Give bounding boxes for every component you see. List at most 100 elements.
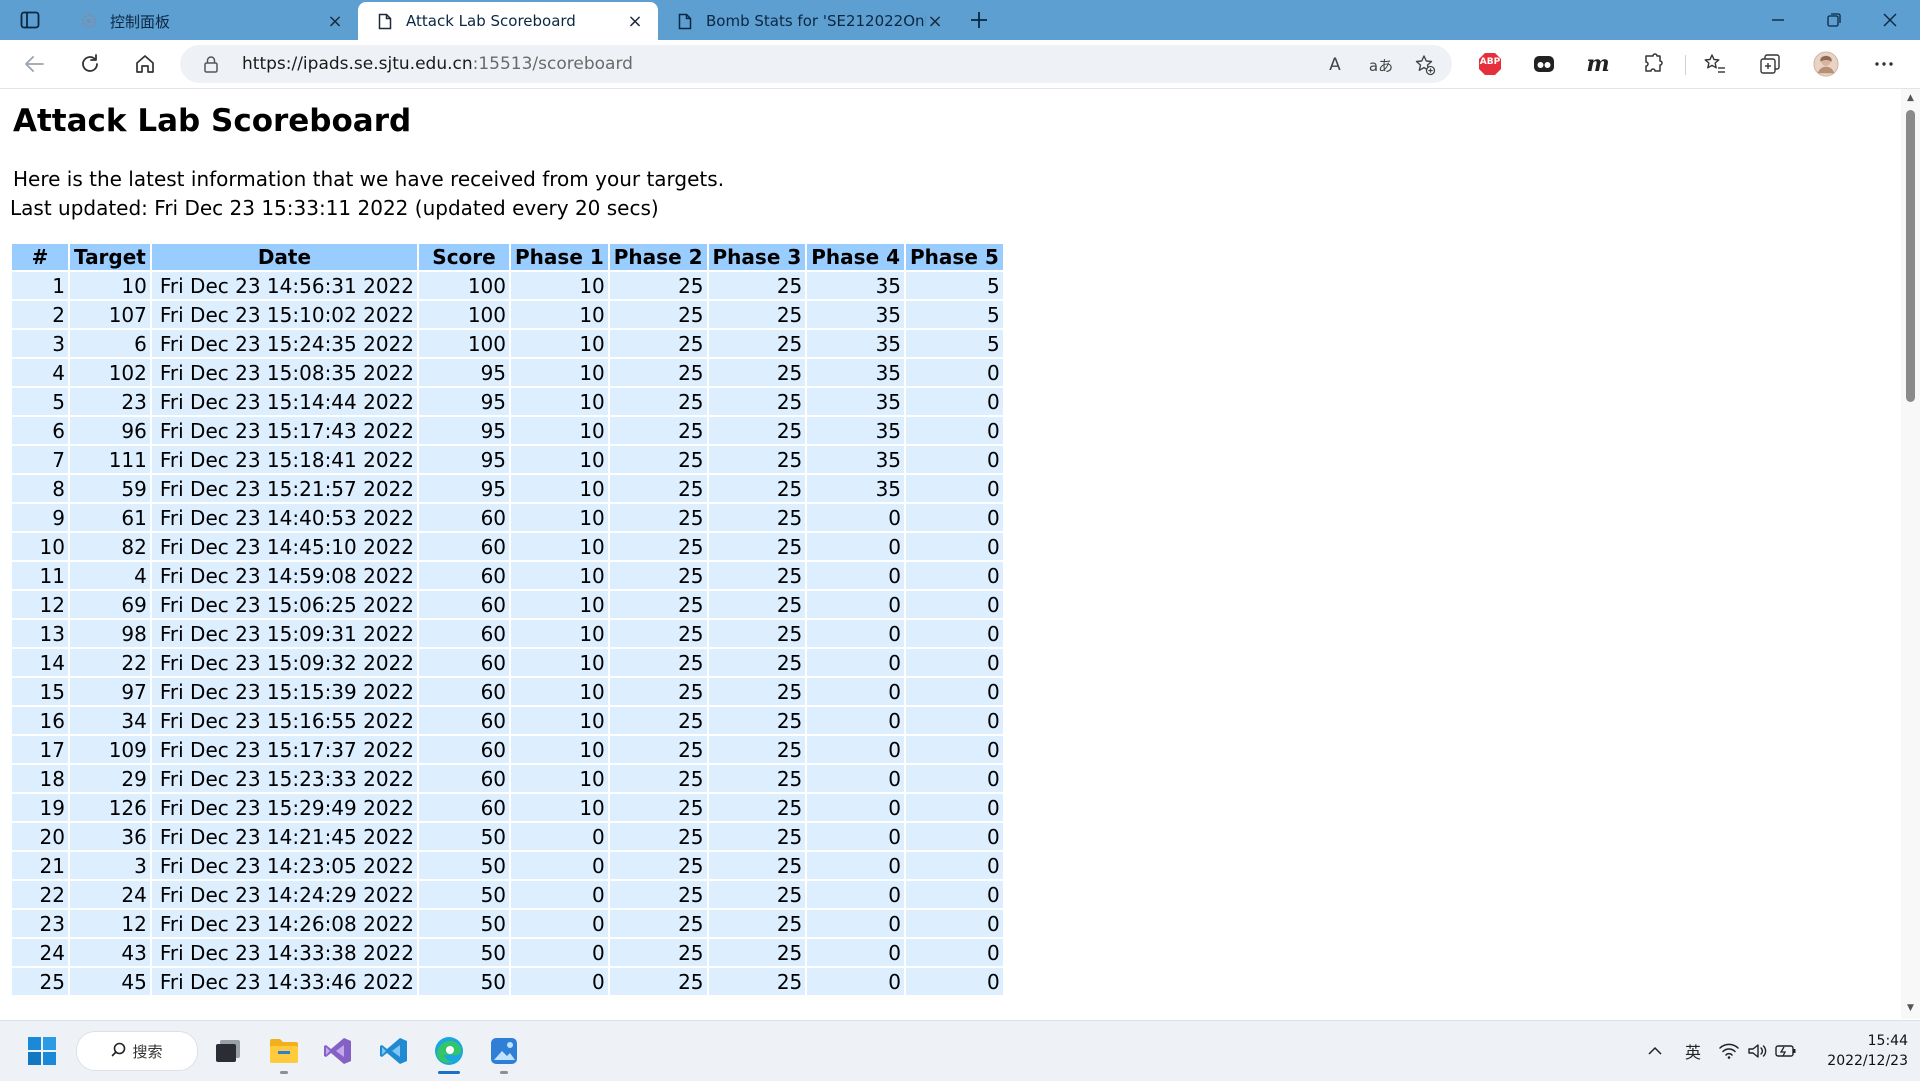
scroll-up-icon[interactable]: ▲	[1905, 93, 1916, 104]
date-cell: Fri Dec 23 14:33:38 2022	[151, 939, 418, 966]
toolbar-divider	[1685, 55, 1686, 75]
wifi-icon[interactable]	[1718, 1039, 1740, 1063]
target-cell: 43	[70, 939, 150, 966]
rank-cell: 16	[12, 707, 68, 734]
url-text[interactable]: https://ipads.se.sjtu.edu.cn:15513/score…	[242, 54, 633, 74]
score-cell: 60	[419, 707, 510, 734]
task-view-icon[interactable]	[210, 1033, 246, 1069]
system-clock[interactable]: 15:44 2022/12/23	[1816, 1031, 1908, 1071]
phase-5-cell: 0	[906, 968, 1003, 995]
phase-5-cell: 0	[906, 678, 1003, 705]
extension-mask-icon[interactable]	[1531, 51, 1557, 77]
date-cell: Fri Dec 23 15:06:25 2022	[151, 591, 418, 618]
taskbar-search[interactable]: 搜索	[76, 1031, 198, 1071]
volume-icon[interactable]	[1746, 1039, 1768, 1063]
m-extension-icon[interactable]: m	[1585, 51, 1611, 77]
tab-attack-lab-scoreboard[interactable]: Attack Lab Scoreboard ×	[358, 2, 658, 40]
target-cell: 98	[70, 620, 150, 647]
phase-5-cell: 0	[906, 417, 1003, 444]
close-icon[interactable]: ×	[626, 11, 644, 32]
vscode-icon[interactable]	[376, 1033, 412, 1069]
read-aloud-icon[interactable]: A	[1324, 54, 1346, 76]
phase-5-cell: 0	[906, 475, 1003, 502]
table-row: 13 98 Fri Dec 23 15:09:31 2022 60 10 25 25 0 0	[12, 620, 1003, 647]
add-favorite-icon[interactable]	[1414, 54, 1436, 76]
scroll-down-icon[interactable]: ▼	[1905, 1003, 1916, 1014]
back-button[interactable]	[20, 50, 48, 78]
rank-cell: 21	[12, 852, 68, 879]
photos-app-icon[interactable]	[486, 1033, 522, 1069]
refresh-button[interactable]	[76, 50, 104, 78]
home-button[interactable]	[131, 50, 159, 78]
phase-2-cell: 25	[609, 475, 707, 502]
show-hidden-icons-chevron-icon[interactable]	[1644, 1039, 1666, 1063]
date-cell: Fri Dec 23 15:17:37 2022	[151, 736, 418, 763]
date-cell: Fri Dec 23 14:45:10 2022	[151, 533, 418, 560]
phase-1-cell: 10	[511, 533, 608, 560]
score-cell: 50	[419, 881, 510, 908]
minimize-button[interactable]	[1750, 0, 1806, 40]
phase-2-cell: 25	[609, 562, 707, 589]
lock-icon[interactable]	[202, 55, 220, 73]
battery-icon[interactable]	[1774, 1039, 1798, 1063]
score-cell: 60	[419, 765, 510, 792]
close-window-button[interactable]	[1862, 0, 1918, 40]
collections-icon[interactable]	[1757, 51, 1783, 77]
column-header-date: Date	[151, 244, 418, 270]
address-bar[interactable]: https://ipads.se.sjtu.edu.cn:15513/score…	[180, 45, 1452, 83]
table-row: 7 111 Fri Dec 23 15:18:41 2022 95 10 25 25 35 0	[12, 446, 1003, 473]
more-menu-icon[interactable]	[1871, 51, 1897, 77]
start-windows-icon[interactable]	[24, 1033, 60, 1069]
read-aloud-label: A	[1329, 55, 1341, 75]
restore-button[interactable]	[1806, 0, 1862, 40]
target-cell: 10	[70, 272, 150, 299]
phase-4-cell: 0	[807, 504, 905, 531]
rank-cell: 24	[12, 939, 68, 966]
new-tab-button[interactable]	[966, 7, 992, 33]
tab-bomb-stats[interactable]: Bomb Stats for 'SE212022Online' ×	[658, 2, 958, 40]
close-icon[interactable]: ×	[326, 11, 344, 32]
rank-cell: 22	[12, 881, 68, 908]
rank-cell: 8	[12, 475, 68, 502]
file-explorer-icon[interactable]	[266, 1033, 302, 1069]
phase-4-cell: 0	[807, 794, 905, 821]
date-cell: Fri Dec 23 15:08:35 2022	[151, 359, 418, 386]
phase-5-cell: 5	[906, 301, 1003, 328]
close-icon[interactable]: ×	[926, 11, 944, 32]
phase-1-cell: 10	[511, 272, 608, 299]
translate-icon[interactable]: aあ	[1368, 54, 1394, 76]
phase-2-cell: 25	[609, 939, 707, 966]
ime-indicator[interactable]: 英	[1680, 1039, 1706, 1063]
phase-3-cell: 25	[708, 736, 806, 763]
rank-cell: 25	[12, 968, 68, 995]
score-cell: 60	[419, 649, 510, 676]
favorites-icon[interactable]	[1702, 51, 1728, 77]
date-cell: Fri Dec 23 15:09:31 2022	[151, 620, 418, 647]
phase-5-cell: 0	[906, 881, 1003, 908]
target-cell: 23	[70, 388, 150, 415]
phase-5-cell: 0	[906, 359, 1003, 386]
page-scrollbar[interactable]: ▲ ▼	[1901, 89, 1920, 1019]
date-cell: Fri Dec 23 15:09:32 2022	[151, 649, 418, 676]
scroll-thumb[interactable]	[1906, 110, 1915, 402]
phase-5-cell: 0	[906, 794, 1003, 821]
date-cell: Fri Dec 23 14:26:08 2022	[151, 910, 418, 937]
visual-studio-icon[interactable]	[320, 1033, 356, 1069]
adblock-plus-icon[interactable]: ABP	[1477, 51, 1503, 77]
tab-actions-icon[interactable]	[18, 8, 42, 32]
phase-3-cell: 25	[708, 678, 806, 705]
date-cell: Fri Dec 23 15:14:44 2022	[151, 388, 418, 415]
search-icon	[111, 1042, 126, 1061]
profile-avatar[interactable]	[1813, 51, 1839, 77]
phase-1-cell: 0	[511, 823, 608, 850]
phase-4-cell: 35	[807, 330, 905, 357]
target-cell: 97	[70, 678, 150, 705]
extensions-icon[interactable]	[1640, 51, 1666, 77]
edge-browser-icon[interactable]	[431, 1033, 467, 1069]
phase-4-cell: 0	[807, 852, 905, 879]
tab-control-panel[interactable]: 控制面板 ×	[62, 2, 358, 40]
score-cell: 95	[419, 417, 510, 444]
phase-1-cell: 10	[511, 301, 608, 328]
target-cell: 126	[70, 794, 150, 821]
phase-1-cell: 10	[511, 591, 608, 618]
